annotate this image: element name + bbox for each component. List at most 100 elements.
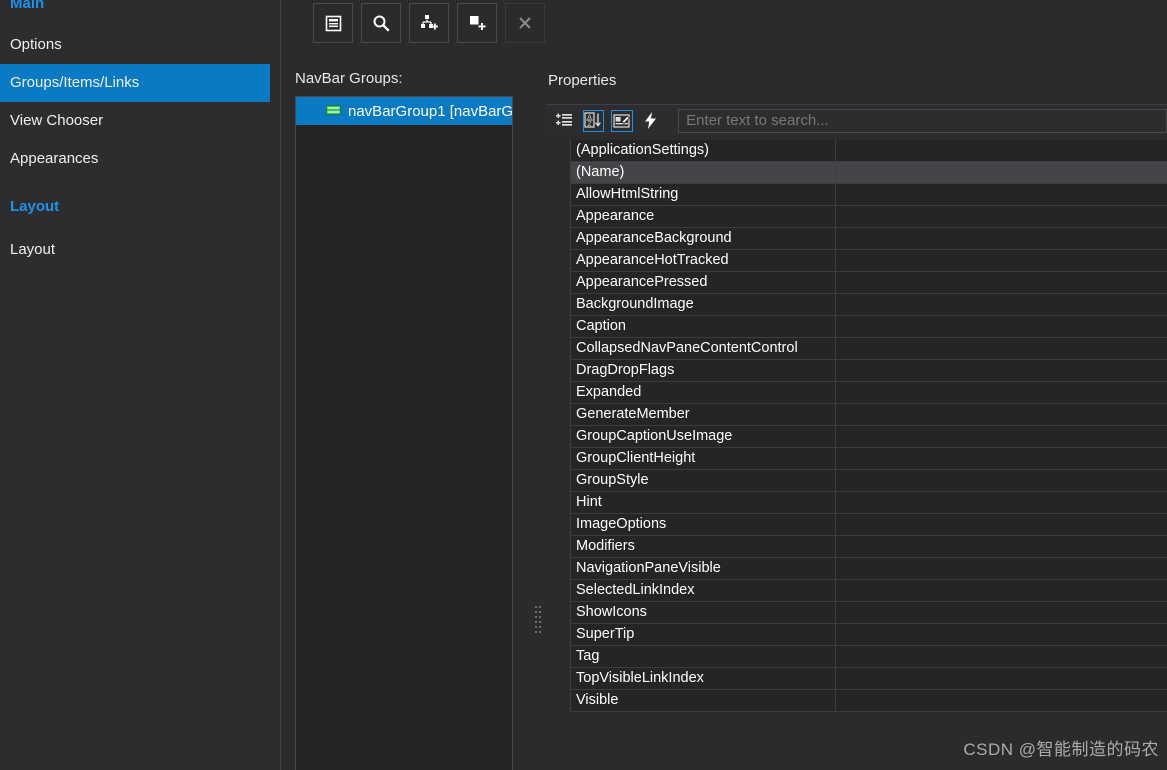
property-value[interactable] <box>835 382 1167 403</box>
property-row[interactable]: SelectedLinkIndex <box>546 580 1167 602</box>
property-row[interactable]: Caption <box>546 316 1167 338</box>
property-value[interactable] <box>835 228 1167 249</box>
panel-splitter[interactable] <box>535 606 543 634</box>
property-row[interactable]: GroupCaptionUseImage <box>546 426 1167 448</box>
property-row[interactable]: ShowIcons <box>546 602 1167 624</box>
properties-pane: Properties A Z Enter text to search... (… <box>546 0 1167 770</box>
property-value[interactable] <box>835 206 1167 227</box>
properties-search-box[interactable] <box>678 108 1167 133</box>
sidebar-item-layout[interactable]: Layout <box>0 231 270 269</box>
property-value[interactable] <box>835 558 1167 579</box>
property-value[interactable] <box>835 646 1167 667</box>
magnifier-icon <box>372 14 390 32</box>
expand-triangle-icon[interactable] <box>546 278 570 287</box>
property-row[interactable]: BackgroundImage <box>546 294 1167 316</box>
properties-page-icon[interactable] <box>611 109 633 132</box>
svg-text:Z: Z <box>588 121 592 128</box>
property-value[interactable] <box>835 448 1167 469</box>
properties-grid[interactable]: (ApplicationSettings) (Name) AllowHtmlStri… <box>546 140 1167 712</box>
list-panel-icon <box>325 15 342 32</box>
property-row[interactable]: Tag <box>546 646 1167 668</box>
property-name: GroupStyle <box>570 470 835 491</box>
property-row[interactable]: Modifiers <box>546 536 1167 558</box>
property-row[interactable]: CollapsedNavPaneContentControl <box>546 338 1167 360</box>
search-button[interactable] <box>361 3 401 43</box>
property-name: Modifiers <box>570 536 835 557</box>
property-name: Tag <box>570 646 835 667</box>
property-value[interactable] <box>835 162 1167 183</box>
navbar-groups-list[interactable]: navBarGroup1 [navBarGro <box>295 96 513 770</box>
property-name: AllowHtmlString <box>570 184 835 205</box>
property-value[interactable] <box>835 690 1167 711</box>
list-item[interactable]: navBarGroup1 [navBarGro <box>296 97 512 125</box>
property-name: Hint <box>570 492 835 513</box>
property-value[interactable] <box>835 668 1167 689</box>
property-row[interactable]: GenerateMember <box>546 404 1167 426</box>
properties-toolbar: A Z <box>546 104 1167 136</box>
property-row[interactable]: (Name) <box>546 162 1167 184</box>
property-value[interactable] <box>835 404 1167 425</box>
property-name: ShowIcons <box>570 602 835 623</box>
property-row[interactable]: (ApplicationSettings) <box>546 140 1167 162</box>
events-lightning-icon[interactable] <box>640 110 662 132</box>
property-row[interactable]: Visible <box>546 690 1167 712</box>
property-row[interactable]: AppearancePressed <box>546 272 1167 294</box>
property-row[interactable]: AppearanceHotTracked <box>546 250 1167 272</box>
categorized-icon[interactable] <box>554 110 576 132</box>
edit-items-button[interactable] <box>313 3 353 43</box>
navbar-groups-label: NavBar Groups: <box>295 70 403 87</box>
property-name: ImageOptions <box>570 514 835 535</box>
property-row[interactable]: ImageOptions <box>546 514 1167 536</box>
property-row[interactable]: DragDropFlags <box>546 360 1167 382</box>
property-value[interactable] <box>835 272 1167 293</box>
property-value[interactable] <box>835 316 1167 337</box>
property-name: DragDropFlags <box>570 360 835 381</box>
expand-triangle-icon[interactable] <box>546 146 570 155</box>
expand-triangle-icon[interactable] <box>546 234 570 243</box>
sidebar-item-groups-items-links[interactable]: Groups/Items/Links <box>0 64 270 102</box>
sidebar-item-appearances[interactable]: Appearances <box>0 140 270 178</box>
close-x-icon <box>518 16 532 30</box>
property-value[interactable] <box>835 184 1167 205</box>
property-name: (Name) <box>570 162 835 183</box>
add-item-button[interactable] <box>457 3 497 43</box>
sidebar-item-view-chooser[interactable]: View Chooser <box>0 102 270 140</box>
property-value[interactable] <box>835 294 1167 315</box>
property-name: CollapsedNavPaneContentControl <box>570 338 835 359</box>
property-row[interactable]: NavigationPaneVisible <box>546 558 1167 580</box>
add-node-icon <box>420 14 439 32</box>
property-row[interactable]: Appearance <box>546 206 1167 228</box>
property-value[interactable] <box>835 602 1167 623</box>
property-value[interactable] <box>835 338 1167 359</box>
property-value[interactable] <box>835 360 1167 381</box>
property-row[interactable]: TopVisibleLinkIndex <box>546 668 1167 690</box>
add-group-button[interactable] <box>409 3 449 43</box>
property-value[interactable] <box>835 250 1167 271</box>
search-input[interactable] <box>686 112 1166 129</box>
property-row[interactable]: GroupStyle <box>546 470 1167 492</box>
property-value[interactable] <box>835 624 1167 645</box>
property-value[interactable] <box>835 426 1167 447</box>
property-value[interactable] <box>835 536 1167 557</box>
property-value[interactable] <box>835 580 1167 601</box>
property-value[interactable] <box>835 470 1167 491</box>
expand-triangle-icon[interactable] <box>546 212 570 221</box>
expand-triangle-icon[interactable] <box>546 256 570 265</box>
property-row[interactable]: Expanded <box>546 382 1167 404</box>
property-name: TopVisibleLinkIndex <box>570 668 835 689</box>
property-row[interactable]: SuperTip <box>546 624 1167 646</box>
property-row[interactable]: AllowHtmlString <box>546 184 1167 206</box>
property-row[interactable]: Hint <box>546 492 1167 514</box>
property-row[interactable]: AppearanceBackground <box>546 228 1167 250</box>
property-value[interactable] <box>835 492 1167 513</box>
property-value[interactable] <box>835 140 1167 161</box>
property-name: SuperTip <box>570 624 835 645</box>
property-value[interactable] <box>835 514 1167 535</box>
sidebar-item-options[interactable]: Options <box>0 26 270 64</box>
sidebar-section-header-main: Main <box>10 0 45 12</box>
expand-triangle-icon[interactable] <box>546 520 570 529</box>
delete-button[interactable] <box>505 3 545 43</box>
alphabetical-sort-icon[interactable]: A Z <box>582 109 605 132</box>
property-row[interactable]: GroupClientHeight <box>546 448 1167 470</box>
property-name: (ApplicationSettings) <box>570 140 835 161</box>
